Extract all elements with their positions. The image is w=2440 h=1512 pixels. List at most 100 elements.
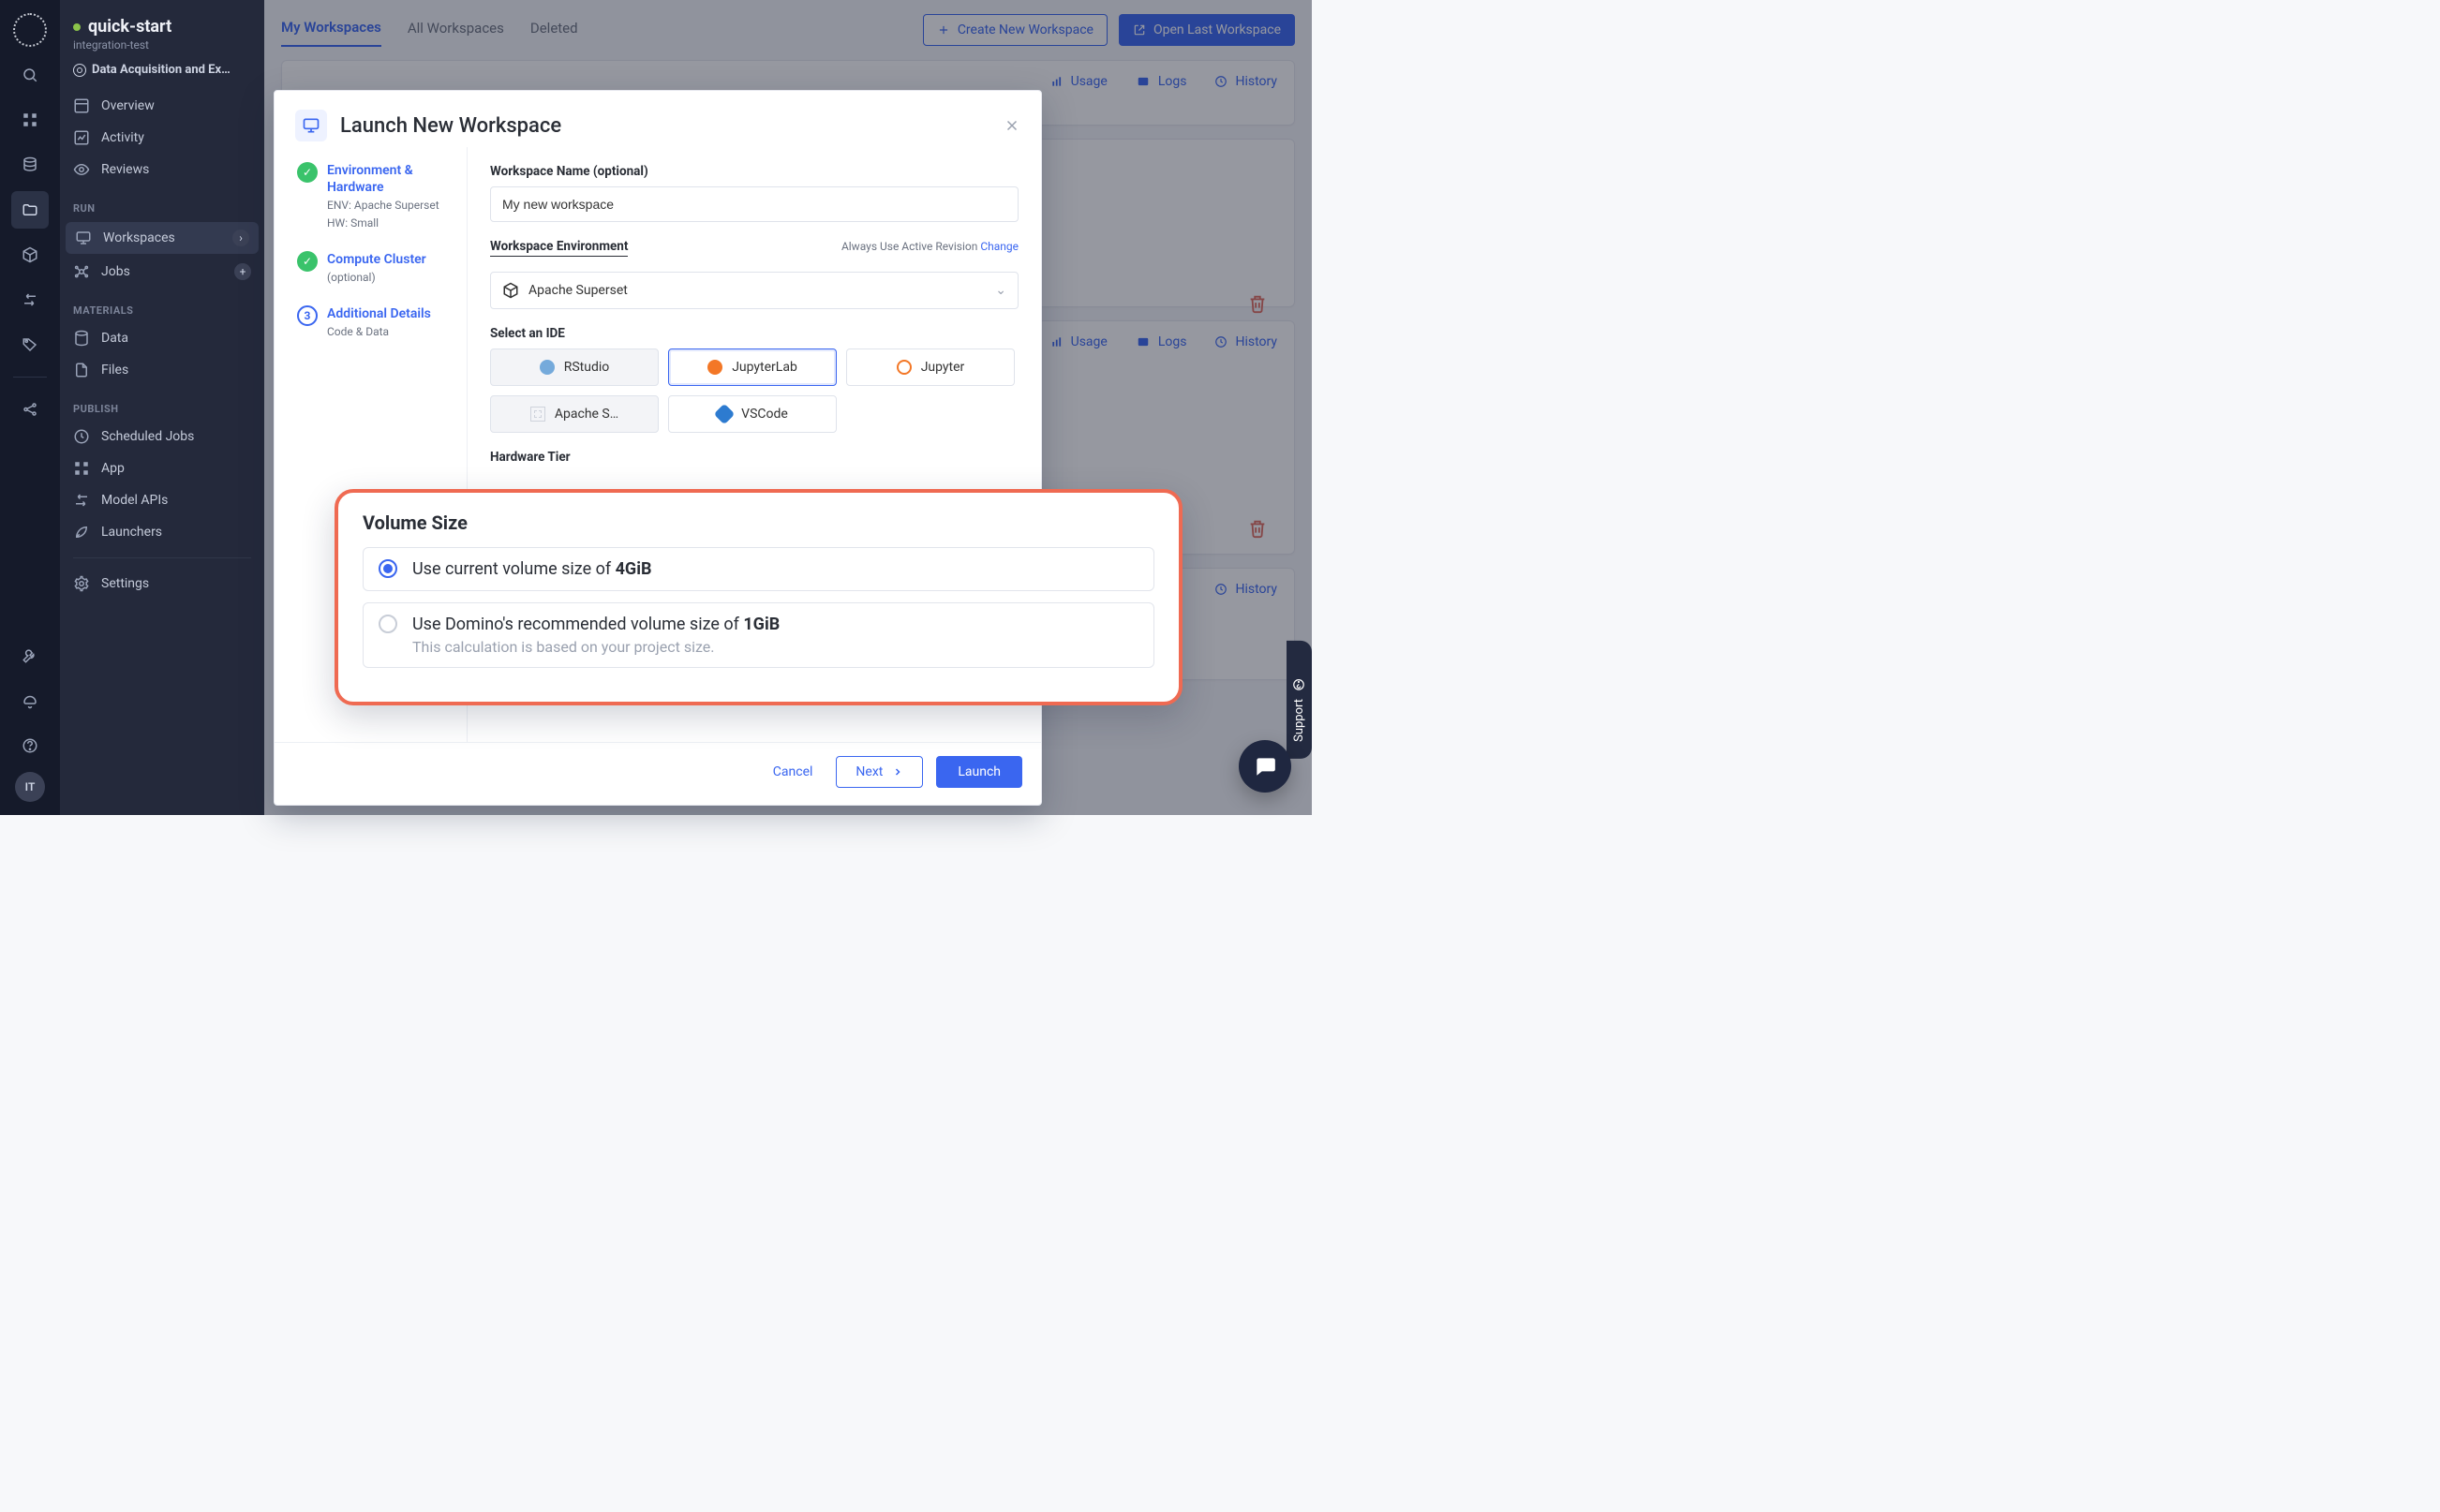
swap-icon <box>73 492 90 509</box>
project-subtitle: integration-test <box>73 38 251 52</box>
support-tab[interactable]: Support <box>1287 641 1312 759</box>
workspace-name-input[interactable] <box>490 186 1019 222</box>
ide-label: Select an IDE <box>490 326 1019 341</box>
rail-transfer[interactable] <box>11 281 49 319</box>
sidebar-app-label: App <box>101 461 125 476</box>
launch-button[interactable]: Launch <box>936 756 1022 788</box>
step-compute-cluster[interactable]: ✓ Compute Cluster (optional) <box>297 251 454 285</box>
sidebar-item-launchers[interactable]: Launchers <box>60 516 264 548</box>
eye-icon <box>73 161 90 178</box>
sidebar-reviews-label: Reviews <box>101 162 149 177</box>
workspace-env-select[interactable]: Apache Superset ⌄ <box>490 272 1019 309</box>
step-title: Compute Cluster <box>327 251 426 268</box>
sidebar-item-data[interactable]: Data <box>60 322 264 354</box>
workspace-name-row: Workspace Name (optional) <box>490 164 1019 222</box>
project-title[interactable]: quick-start <box>73 17 251 37</box>
env-change-link[interactable]: Change <box>980 240 1019 253</box>
jupyterlab-icon <box>707 360 722 375</box>
sidebar-overview-label: Overview <box>101 98 155 113</box>
sidebar-item-app[interactable]: App <box>60 452 264 484</box>
modal-footer: Cancel Next Launch <box>275 742 1041 805</box>
check-icon: ✓ <box>297 251 318 272</box>
next-button[interactable]: Next <box>836 756 923 788</box>
hardware-tier-label: Hardware Tier <box>490 450 1019 465</box>
env-hint-text: Always Use Active Revision <box>841 240 980 253</box>
rail-apps[interactable] <box>11 101 49 139</box>
ide-apache-superset[interactable]: Apache S… <box>490 395 659 433</box>
sidebar-item-settings[interactable]: Settings <box>60 568 264 600</box>
workspace-env-label: Workspace Environment <box>490 239 628 257</box>
cancel-button[interactable]: Cancel <box>763 756 824 788</box>
ide-jupyter[interactable]: Jupyter <box>846 348 1015 386</box>
bell-icon <box>22 692 38 709</box>
clock-icon <box>73 428 90 445</box>
rail-data[interactable] <box>11 146 49 184</box>
plus-icon[interactable]: + <box>234 263 251 280</box>
sidebar-item-jobs[interactable]: Jobs + <box>60 256 264 288</box>
ide-jupyterlab[interactable]: JupyterLab <box>668 348 837 386</box>
project-breadcrumb[interactable]: Data Acquisition and Ex… <box>73 63 251 77</box>
ide-row: Select an IDE RStudio JupyterLab Jupyter… <box>490 326 1019 433</box>
rocket-icon <box>73 524 90 541</box>
volume-option-current[interactable]: Use current volume size of 4GiB <box>363 547 1154 591</box>
rail-tags[interactable] <box>11 326 49 363</box>
rail-models[interactable] <box>11 236 49 274</box>
ide-grid: RStudio JupyterLab Jupyter Apache S… VSC… <box>490 348 1019 433</box>
overview-icon <box>73 97 90 114</box>
chat-button[interactable] <box>1239 740 1291 793</box>
ide-label-text: Apache S… <box>555 407 618 422</box>
sidebar-files-label: Files <box>101 363 128 378</box>
rail-search[interactable] <box>11 56 49 94</box>
volume-option-text: Use current volume size of 4GiB <box>412 559 651 579</box>
workspace-env-row: Workspace Environment Always Use Active … <box>490 239 1019 309</box>
modal-title: Launch New Workspace <box>340 114 561 138</box>
step-subtitle: HW: Small <box>327 215 454 230</box>
sidebar-item-reviews[interactable]: Reviews <box>60 154 264 185</box>
sidebar-item-activity[interactable]: Activity <box>60 122 264 154</box>
rail-projects[interactable] <box>11 191 49 229</box>
close-button[interactable] <box>1004 117 1020 134</box>
volume-option-recommended[interactable]: Use Domino's recommended volume size of … <box>363 602 1154 668</box>
rstudio-icon <box>540 360 555 375</box>
sidebar-activity-label: Activity <box>101 130 144 145</box>
hardware-tier-row: Hardware Tier <box>490 450 1019 465</box>
sidebar-item-files[interactable]: Files <box>60 354 264 386</box>
sidebar-section-run: RUN <box>60 185 264 220</box>
logo-home[interactable] <box>11 11 49 49</box>
user-avatar[interactable]: IT <box>15 772 45 802</box>
sidebar-item-workspaces[interactable]: Workspaces › <box>66 222 259 254</box>
rail-share[interactable] <box>11 391 49 428</box>
rail-tools[interactable] <box>11 637 49 674</box>
ide-label-text: RStudio <box>564 360 610 375</box>
ide-vscode[interactable]: VSCode <box>668 395 837 433</box>
logo-icon <box>13 13 47 47</box>
step-env-hardware[interactable]: ✓ Environment & Hardware ENV: Apache Sup… <box>297 162 454 230</box>
sidebar-item-scheduled-jobs[interactable]: Scheduled Jobs <box>60 421 264 452</box>
step-additional-details[interactable]: 3 Additional Details Code & Data <box>297 305 454 339</box>
rail-notifications[interactable] <box>11 682 49 719</box>
project-title-text: quick-start <box>88 17 171 37</box>
rail-help[interactable] <box>11 727 49 764</box>
jobs-icon <box>73 263 90 280</box>
volume-option-text: Use Domino's recommended volume size of … <box>412 615 780 634</box>
chevron-right-icon: › <box>232 230 249 246</box>
modal-header: Launch New Workspace <box>275 91 1041 147</box>
ide-label-text: Jupyter <box>921 360 965 375</box>
step-title: Environment & Hardware <box>327 162 454 196</box>
image-missing-icon <box>530 407 545 422</box>
volume-option-sub: This calculation is based on your projec… <box>412 638 780 656</box>
monitor-icon <box>295 110 327 141</box>
monitor-icon <box>75 230 92 246</box>
ide-label-text: JupyterLab <box>732 360 797 375</box>
rail-divider <box>13 377 47 378</box>
app-icon <box>73 460 90 477</box>
ide-rstudio[interactable]: RStudio <box>490 348 659 386</box>
gear-icon <box>73 575 90 592</box>
status-dot-icon <box>73 23 81 31</box>
step-subtitle: ENV: Apache Superset <box>327 198 454 213</box>
volume-size-callout: Volume Size Use current volume size of 4… <box>335 489 1183 705</box>
sidebar-section-publish: PUBLISH <box>60 386 264 421</box>
sidebar-item-model-apis[interactable]: Model APIs <box>60 484 264 516</box>
sidebar-item-overview[interactable]: Overview <box>60 90 264 122</box>
vscode-icon <box>714 404 736 425</box>
